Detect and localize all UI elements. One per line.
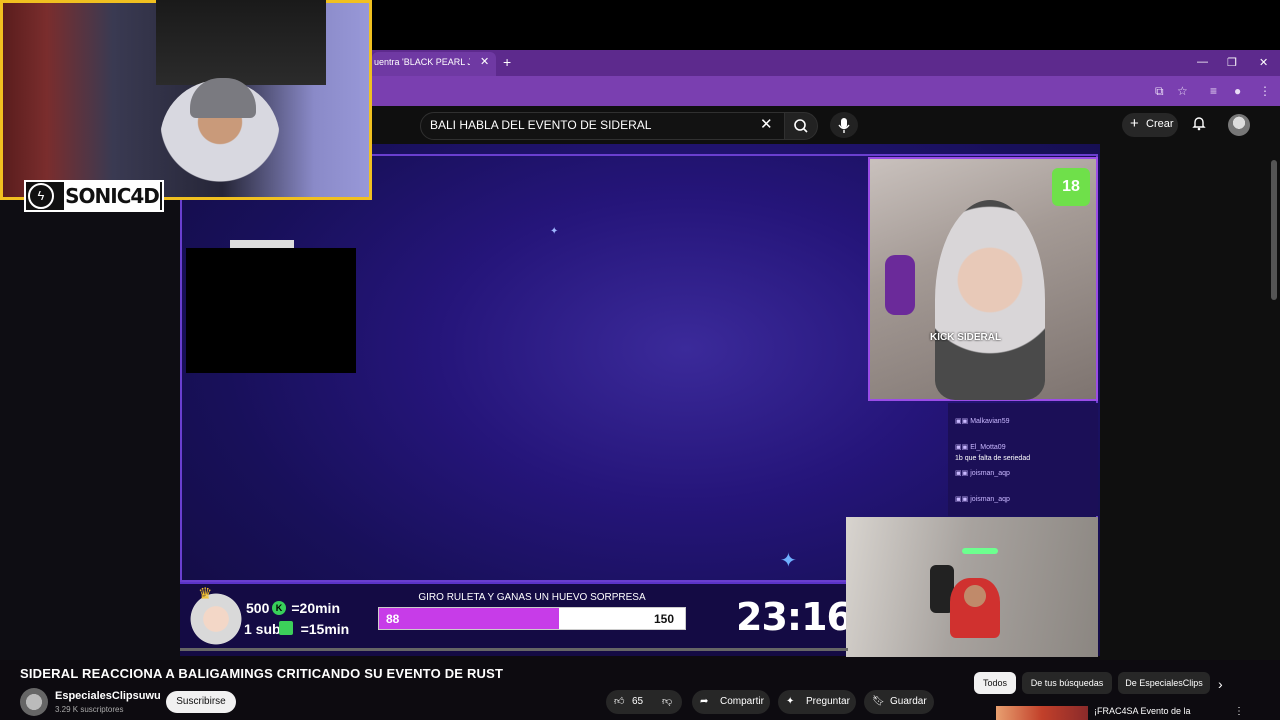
chat-line: ▣▣ Malkavian59 bbox=[955, 418, 1010, 425]
create-label: Crear bbox=[1146, 118, 1174, 130]
streamer-figure bbox=[935, 200, 1045, 400]
share-label: Compartir bbox=[720, 696, 764, 707]
recommended-title[interactable]: ¡FRAC4SA Evento de la bbox=[1094, 706, 1191, 716]
lightning-logo-icon: ϟ bbox=[28, 183, 54, 209]
chat-line: 1b que falta de seriedad bbox=[955, 455, 1031, 462]
maximize-icon[interactable]: ❐ bbox=[1227, 56, 1237, 69]
subscriber-count: 3.29 K suscriptores bbox=[55, 705, 124, 714]
age-rating-badge: 18 bbox=[1052, 168, 1090, 206]
microphone-prop bbox=[885, 255, 915, 315]
tab-title[interactable]: uentra 'BLACK PEARL JAM' bbox=[374, 57, 470, 67]
chat-line: ▣▣ El_Motta09 bbox=[955, 444, 1006, 451]
thumbs-up-icon: 👍︎ bbox=[614, 696, 625, 707]
ask-button[interactable]: ✦ Preguntar bbox=[778, 690, 856, 714]
like-count: 65 bbox=[632, 696, 644, 707]
reaction-person bbox=[950, 578, 1000, 638]
goal-title: GIRO RULETA Y GANAS UN HUEVO SORPRESA bbox=[418, 592, 646, 603]
search-button[interactable] bbox=[784, 112, 818, 140]
plus-icon: + bbox=[1130, 115, 1139, 132]
recommended-thumbnail[interactable] bbox=[996, 706, 1088, 720]
search-icon bbox=[794, 119, 808, 133]
browser-menu-icon[interactable]: ⋮ bbox=[1259, 84, 1271, 98]
create-button[interactable]: + Crear bbox=[1122, 113, 1178, 137]
chat-line: ▣▣ joisman_aqp bbox=[955, 496, 1010, 503]
kick-coin-icon: K bbox=[272, 601, 286, 615]
window-close-icon[interactable]: ✕ bbox=[1259, 56, 1268, 69]
address-bar[interactable] bbox=[372, 76, 1280, 106]
voice-search-button[interactable] bbox=[830, 112, 858, 138]
gift-icon bbox=[279, 621, 293, 635]
more-options-icon[interactable]: ⋮ bbox=[1234, 706, 1244, 717]
account-avatar[interactable] bbox=[1228, 114, 1250, 136]
stream-timer: 23:16 bbox=[736, 595, 853, 639]
channel-logo-text: SONIC4D bbox=[64, 182, 160, 210]
sparkle-ask-icon: ✦ bbox=[786, 696, 795, 707]
save-label: Guardar bbox=[890, 696, 927, 707]
chip-from-channel[interactable]: De EspecialesClips bbox=[1118, 672, 1210, 694]
censored-box bbox=[186, 248, 356, 373]
install-app-icon[interactable]: ⧉ bbox=[1155, 84, 1164, 99]
goal-progress-target: 150 bbox=[654, 612, 675, 626]
chip-all[interactable]: Todos bbox=[974, 672, 1016, 694]
sparkle-icon: ✦ bbox=[550, 226, 559, 237]
goal-progress-fill bbox=[379, 608, 559, 629]
search-clear-icon[interactable]: ✕ bbox=[760, 115, 773, 133]
sparkle-icon: ✦ bbox=[780, 550, 797, 572]
profile-dot-icon[interactable]: ● bbox=[1234, 84, 1241, 98]
neon-sign bbox=[962, 548, 998, 554]
notifications-bell-icon[interactable] bbox=[1191, 115, 1207, 134]
like-dislike-button[interactable]: 👍︎ 65 👎︎ bbox=[606, 690, 682, 714]
left-background bbox=[0, 200, 180, 660]
chat-line: ▣▣ joisman_aqp bbox=[955, 470, 1010, 477]
goal-progress-current: 88 bbox=[386, 612, 400, 626]
shelf-background bbox=[156, 0, 326, 85]
tab-close-icon[interactable]: ✕ bbox=[480, 55, 489, 68]
minimize-icon[interactable]: — bbox=[1197, 56, 1208, 68]
chip-from-searches[interactable]: De tus búsquedas bbox=[1022, 672, 1112, 694]
media-control-icon[interactable]: ≡ bbox=[1210, 84, 1217, 98]
ask-label: Preguntar bbox=[806, 696, 850, 707]
reward-sub-line: 1 sub =15min bbox=[244, 621, 350, 637]
reward-kick-line: 500 =20min bbox=[246, 600, 340, 616]
page-scrollbar[interactable] bbox=[1271, 160, 1277, 300]
channel-avatar[interactable] bbox=[20, 688, 48, 716]
share-icon: ➦ bbox=[700, 696, 709, 707]
chevron-right-icon[interactable]: › bbox=[1218, 676, 1223, 692]
microphone-icon bbox=[838, 118, 850, 133]
crown-icon: ♛ bbox=[198, 586, 213, 603]
share-button[interactable]: ➦ Compartir bbox=[692, 690, 770, 714]
video-title: SIDERAL REACCIONA A BALIGAMINGS CRITICAN… bbox=[20, 666, 504, 681]
subscribe-button[interactable]: Suscribirse bbox=[166, 691, 236, 713]
channel-name[interactable]: EspecialesClipsuwu bbox=[55, 690, 161, 702]
search-input-value[interactable]: BALI HABLA DEL EVENTO DE SIDERAL bbox=[430, 118, 651, 132]
right-sidebar-background bbox=[1100, 144, 1280, 660]
new-tab-icon[interactable]: + bbox=[503, 54, 511, 70]
bookmark-icon: 🔖︎ bbox=[872, 696, 885, 707]
video-progress-bar[interactable] bbox=[180, 648, 848, 651]
save-button[interactable]: 🔖︎ Guardar bbox=[864, 690, 934, 714]
thumbs-down-icon: 👎︎ bbox=[662, 696, 673, 707]
kick-channel-tag: KICK SIDERAL bbox=[930, 332, 1002, 343]
bookmark-star-icon[interactable]: ☆ bbox=[1177, 84, 1188, 98]
